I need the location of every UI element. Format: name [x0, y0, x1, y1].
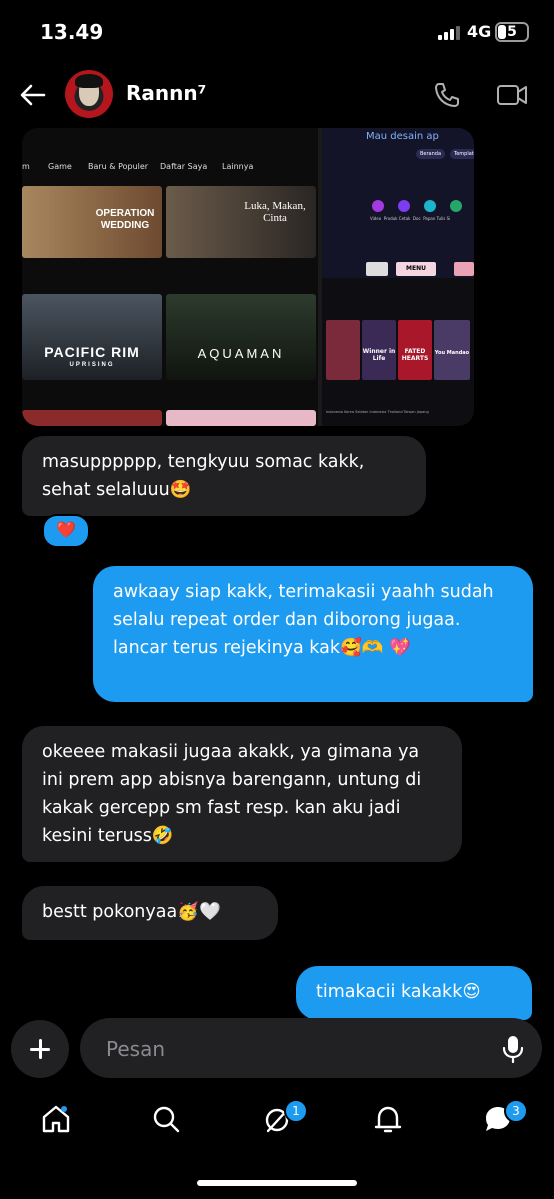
message-incoming[interactable]: bestt pokonyaa🥳🤍: [22, 886, 278, 940]
grok-badge: 1: [284, 1099, 308, 1123]
app-labels: Video Produk Cetak Doc Papan Tulis Si: [370, 216, 474, 221]
battery-icon: 5: [495, 22, 529, 42]
message-text: awkaay siap kakk, terimakasii yaahh suda…: [113, 582, 494, 658]
message-text: timakacii kakakk😍: [316, 982, 481, 1002]
message-incoming[interactable]: masupppppp, tengkyuu somac kakk, sehat s…: [22, 436, 426, 516]
app-row: [370, 200, 474, 214]
nav-item: Lainnya: [222, 162, 254, 171]
category-tab: Indonesia: [369, 410, 387, 414]
status-time: 13.49: [40, 20, 104, 44]
category-tab: Jepang: [416, 410, 429, 414]
app-label: Papan Tulis: [423, 216, 446, 221]
nav-item: Baru & Populer: [88, 162, 149, 171]
category-tabs: Indonesia Korea Selatan Indonesia Thaila…: [326, 410, 474, 414]
drama-app-screenshot: Winner in Life FATED HEARTS You Mandao I…: [322, 278, 474, 426]
streaming-app-screenshot: m Game Baru & Populer Daftar Saya Lainny…: [22, 128, 318, 426]
app-label: Video: [370, 216, 382, 221]
home-icon[interactable]: [40, 1103, 72, 1135]
add-attachment-button[interactable]: [11, 1020, 69, 1078]
poster: FATED HEARTS: [398, 320, 432, 380]
poster: You Mandao: [434, 320, 470, 380]
movie-title: OPERATION WEDDING: [95, 208, 155, 231]
phone-icon[interactable]: [432, 80, 462, 110]
design-heading: Mau desain ap: [366, 131, 439, 142]
shared-image[interactable]: m Game Baru & Populer Daftar Saya Lainny…: [22, 128, 474, 426]
chip: Beranda: [416, 149, 446, 159]
message-composer: [80, 1018, 542, 1078]
app-label: Doc: [412, 216, 421, 221]
chip: Templat: [450, 149, 474, 159]
message-text: masupppppp, tengkyuu somac kakk, sehat s…: [42, 452, 365, 500]
message-input[interactable]: [104, 1032, 478, 1066]
movie-tile: [166, 410, 316, 426]
streaming-nav: m Game Baru & Populer Daftar Saya Lainny…: [22, 156, 318, 178]
category-tab: Indonesia: [326, 410, 343, 414]
category-tab: Thailand: [387, 410, 403, 414]
menu-thumb: MENU: [396, 262, 436, 276]
category-tab: Korea Selatan: [344, 410, 369, 414]
contact-name[interactable]: Rannn⁷: [126, 81, 206, 105]
movie-tile: OPERATION WEDDING: [22, 186, 162, 258]
search-icon[interactable]: [150, 1103, 182, 1135]
nav-item: m: [22, 162, 30, 171]
message-text: okeeee makasii jugaa akakk, ya gimana ya…: [42, 742, 422, 846]
message-incoming[interactable]: okeeee makasii jugaa akakk, ya gimana ya…: [22, 726, 462, 862]
signal-icon: [438, 26, 462, 40]
movie-subtitle: UPRISING: [69, 362, 115, 368]
microphone-icon[interactable]: [502, 1034, 524, 1064]
movie-tile: Luka, Makan, Cinta: [166, 186, 316, 258]
messages-badge: 3: [504, 1099, 528, 1123]
movie-title: Luka, Makan, Cinta: [244, 200, 306, 224]
category-tab: Taiwan: [403, 410, 416, 414]
movie-title: PACIFIC RIM: [44, 344, 140, 360]
message-outgoing[interactable]: awkaay siap kakk, terimakasii yaahh suda…: [93, 566, 533, 702]
home-indicator: [197, 1180, 357, 1186]
movie-tile: AQUAMAN: [166, 294, 316, 380]
message-outgoing[interactable]: timakacii kakakk😍: [296, 966, 532, 1020]
notifications-icon[interactable]: [372, 1103, 404, 1135]
avatar[interactable]: [65, 70, 113, 118]
video-camera-icon[interactable]: [496, 82, 528, 108]
movie-title: AQUAMAN: [197, 346, 285, 361]
poster: Winner in Life: [362, 320, 396, 380]
nav-item: Game: [48, 162, 72, 171]
back-arrow-icon[interactable]: [18, 80, 48, 110]
network-label: 4G: [467, 22, 492, 41]
nav-item: Daftar Saya: [160, 162, 208, 171]
movie-tile: PACIFIC RIM UPRISING: [22, 294, 162, 380]
app-label: Si: [446, 216, 451, 221]
heart-reaction[interactable]: ❤️: [42, 514, 90, 548]
design-app-screenshot: Mau desain ap Beranda Templat Video Prod…: [322, 128, 474, 278]
bottom-nav: 1 3: [0, 1095, 554, 1155]
movie-tile: [22, 410, 162, 426]
battery-level: 5: [507, 24, 517, 40]
message-text: bestt pokonyaa🥳🤍: [42, 902, 221, 922]
app-label: Produk Cetak: [383, 216, 411, 221]
